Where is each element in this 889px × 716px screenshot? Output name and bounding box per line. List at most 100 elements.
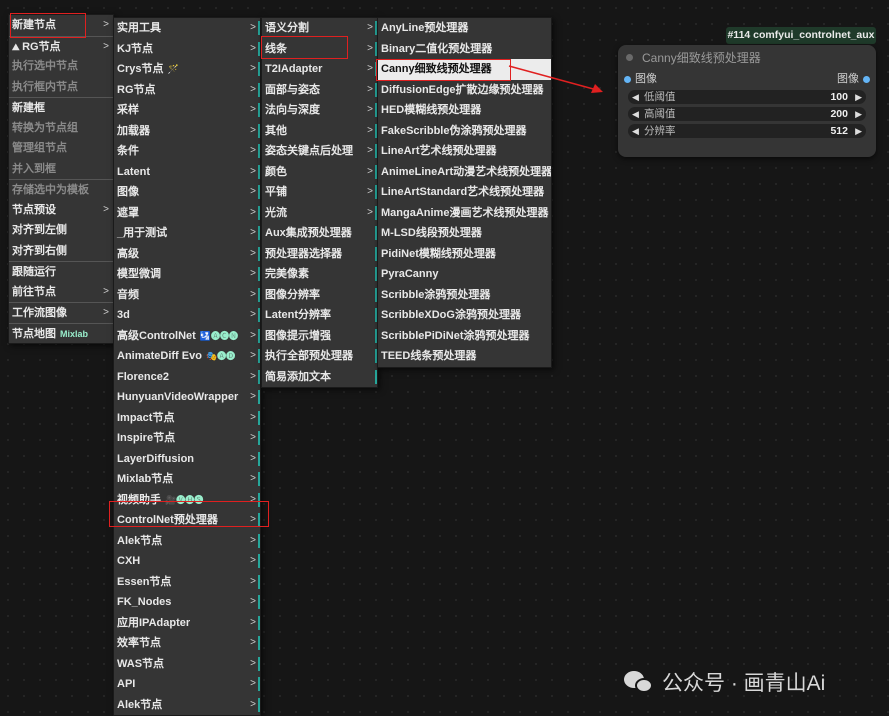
menu-item[interactable]: Inspire节点 > [114, 428, 260, 449]
submenu-arrow-icon: > [367, 83, 373, 95]
menu-item[interactable]: 平铺 > [262, 182, 377, 203]
canny-node[interactable]: Canny细致线预处理器 图像 图像 ◀ 低阈值 100 ▶ ◀ 高阈值 200… [618, 45, 876, 157]
menu-item[interactable]: Mixlab节点 > [114, 469, 260, 490]
resolution-widget[interactable]: ◀ 分辨率 512 ▶ [628, 124, 866, 138]
menu-item[interactable]: 3d > [114, 305, 260, 326]
increment-arrow-icon[interactable]: ▶ [855, 107, 862, 121]
output-port-icon[interactable] [863, 75, 870, 83]
menu-item[interactable]: 效率节点 > [114, 633, 260, 654]
decrement-arrow-icon[interactable]: ◀ [632, 124, 639, 138]
menu-item[interactable]: T2IAdapter > [262, 59, 377, 80]
menu-item[interactable]: 新建框 [9, 97, 113, 118]
menu-item[interactable]: PyraCanny [378, 264, 551, 285]
menu-item[interactable]: 光流 > [262, 203, 377, 224]
menu-item[interactable]: M-LSD线段预处理器 [378, 223, 551, 244]
menu-item[interactable]: WAS节点 > [114, 654, 260, 675]
menu-item[interactable]: Impact节点 > [114, 408, 260, 429]
node-title-bar[interactable]: Canny细致线预处理器 [618, 45, 876, 71]
menu-item[interactable]: Scribble涂鸦预处理器 [378, 285, 551, 306]
menu-item[interactable]: PidiNet模糊线预处理器 [378, 244, 551, 265]
menu-item[interactable]: Binary二值化预处理器 [378, 39, 551, 60]
menu-item[interactable]: FK_Nodes > [114, 592, 260, 613]
menu-item[interactable]: 简易添加文本 [262, 367, 377, 388]
menu-item[interactable]: 图像分辨率 [262, 285, 377, 306]
menu-item[interactable]: 跟随运行 [9, 261, 113, 282]
highlight-box-canny [376, 59, 511, 81]
menu-item[interactable]: LineArt艺术线预处理器 [378, 141, 551, 162]
menu-item[interactable]: KJ节点 > [114, 39, 260, 60]
menu-item[interactable]: Alek节点 > [114, 695, 260, 716]
menu-item[interactable]: HED模糊线预处理器 [378, 100, 551, 121]
decrement-arrow-icon[interactable]: ◀ [632, 90, 639, 104]
menu-item[interactable]: 姿态关键点后处理 > [262, 141, 377, 162]
menu-item[interactable]: 面部与姿态 > [262, 80, 377, 101]
menu-item[interactable]: LayerDiffusion > [114, 449, 260, 470]
menu-item[interactable]: 图像提示增强 [262, 326, 377, 347]
output-slot[interactable]: 图像 [837, 71, 870, 87]
decrement-arrow-icon[interactable]: ◀ [632, 107, 639, 121]
menu-item[interactable]: 法向与深度 > [262, 100, 377, 121]
high-threshold-widget[interactable]: ◀ 高阈值 200 ▶ [628, 107, 866, 121]
menu-item[interactable]: 其他 > [262, 121, 377, 142]
submenu-indicator [258, 574, 260, 589]
menu-item[interactable]: 加载器 > [114, 121, 260, 142]
menu-item[interactable]: AnimateDiff Evo 🎭🅐🅓 > [114, 346, 260, 367]
menu-item[interactable]: AnyLine预处理器 [378, 18, 551, 39]
menu-item[interactable]: Aux集成预处理器 [262, 223, 377, 244]
menu-item[interactable]: 应用IPAdapter > [114, 613, 260, 634]
menu-item-label: 姿态关键点后处理 [265, 145, 353, 157]
menu-item[interactable]: RG节点 > [114, 80, 260, 101]
menu-item[interactable]: Crys节点 🪄 > [114, 59, 260, 80]
menu-item[interactable]: 音频 > [114, 285, 260, 306]
widget-value[interactable]: 200 [830, 107, 848, 121]
menu-item[interactable]: 高级 > [114, 244, 260, 265]
menu-item[interactable]: 采样 > [114, 100, 260, 121]
menu-item[interactable]: 条件 > [114, 141, 260, 162]
collapse-dot-icon[interactable] [626, 54, 633, 61]
menu-item[interactable]: Latent > [114, 162, 260, 183]
menu-item[interactable]: TEED线条预处理器 [378, 346, 551, 367]
menu-item[interactable]: 遮罩 > [114, 203, 260, 224]
low-threshold-widget[interactable]: ◀ 低阈值 100 ▶ [628, 90, 866, 104]
input-label: 图像 [635, 73, 657, 85]
menu-item[interactable]: 完美像素 [262, 264, 377, 285]
submenu-indicator [258, 431, 260, 445]
menu-item[interactable]: 执行全部预处理器 [262, 346, 377, 367]
menu-item[interactable]: 工作流图像 > [9, 302, 113, 323]
menu-item[interactable]: 前往节点 > [9, 282, 113, 303]
menu-item[interactable]: LineArtStandard艺术线预处理器 [378, 182, 551, 203]
menu-item[interactable]: MangaAnime漫画艺术线预处理器 [378, 203, 551, 224]
menu-item[interactable]: 节点地图 Mixlab [9, 322, 113, 344]
menu-item[interactable]: Essen节点 > [114, 572, 260, 593]
menu-item[interactable]: 模型微调 > [114, 264, 260, 285]
menu-item[interactable]: AnimeLineArt动漫艺术线预处理器 [378, 162, 551, 183]
menu-item[interactable]: HunyuanVideoWrapper > [114, 387, 260, 408]
menu-item[interactable]: FakeScribble伪涂鸦预处理器 [378, 121, 551, 142]
menu-item[interactable]: 对齐到左侧 [9, 220, 113, 241]
widget-value[interactable]: 100 [830, 90, 848, 104]
menu-item[interactable]: CXH > [114, 551, 260, 572]
menu-item[interactable]: ⛰ RG节点 > [9, 35, 113, 57]
menu-item[interactable]: 颜色 > [262, 162, 377, 183]
menu-item[interactable]: API > [114, 674, 260, 695]
submenu-arrow-icon: > [250, 22, 256, 33]
menu-item[interactable]: 节点预设 > [9, 200, 113, 221]
menu-item[interactable]: ScribblePiDiNet涂鸦预处理器 [378, 326, 551, 347]
input-slot[interactable]: 图像 [624, 71, 657, 87]
menu-item[interactable]: 实用工具 > [114, 18, 260, 39]
menu-item[interactable]: 图像 > [114, 182, 260, 203]
menu-item[interactable]: ScribbleXDoG涂鸦预处理器 [378, 305, 551, 326]
widget-value[interactable]: 512 [830, 124, 848, 138]
menu-item[interactable]: 对齐到右侧 [9, 241, 113, 262]
menu-item[interactable]: 预处理器选择器 [262, 244, 377, 265]
input-port-icon[interactable] [624, 75, 631, 83]
menu-item[interactable]: Latent分辨率 [262, 305, 377, 326]
menu-item[interactable]: Alek节点 > [114, 531, 260, 552]
increment-arrow-icon[interactable]: ▶ [855, 124, 862, 138]
menu-item[interactable]: _用于测试 > [114, 223, 260, 244]
menu-item[interactable]: Florence2 > [114, 367, 260, 388]
widget-name: 高阈值 [644, 108, 676, 120]
increment-arrow-icon[interactable]: ▶ [855, 90, 862, 104]
menu-item-label: 完美像素 [265, 268, 309, 280]
menu-item[interactable]: 高级ControlNet 🛂🅐🅒🅝 > [114, 326, 260, 347]
